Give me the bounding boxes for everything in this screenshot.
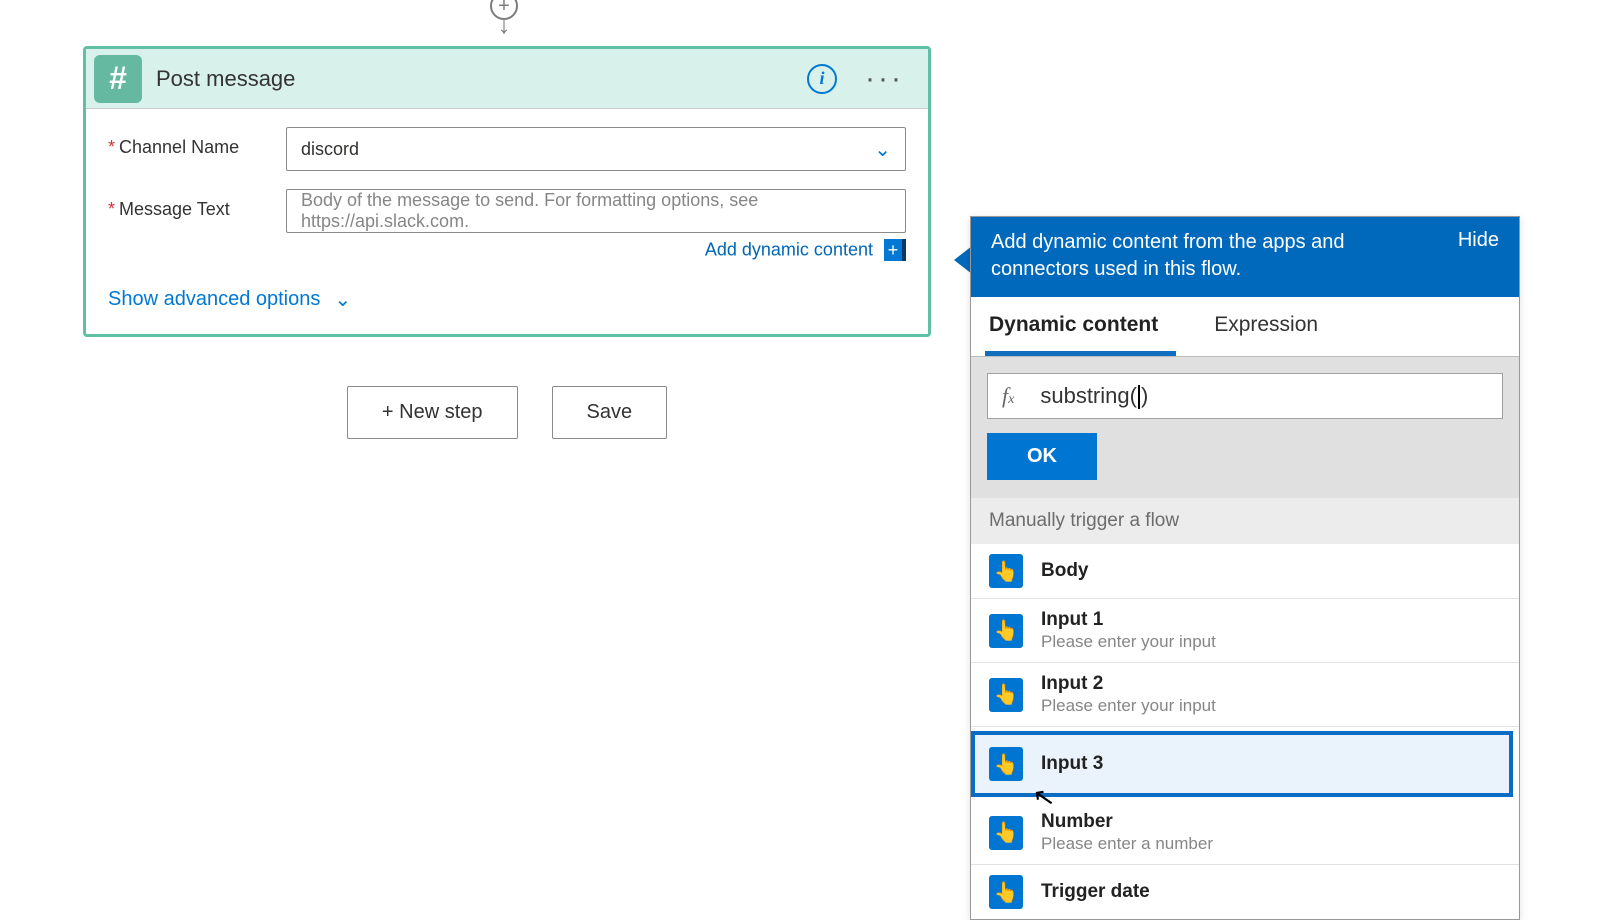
section-manually-trigger: Manually trigger a flow (971, 498, 1519, 544)
item-subtitle: Please enter a number (1041, 834, 1213, 854)
touch-icon: 👆 (989, 554, 1023, 588)
panel-header-text: Add dynamic content from the apps and co… (991, 229, 1458, 283)
item-title: Input 1 (1041, 609, 1216, 631)
fx-icon: fx (1002, 383, 1014, 409)
add-dynamic-content-row: Add dynamic content + (108, 239, 906, 261)
arrow-down-icon: ↓ (498, 17, 511, 33)
message-input[interactable]: Body of the message to send. For formatt… (286, 189, 906, 233)
channel-select-value: discord (301, 139, 359, 160)
more-options-icon[interactable]: ··· (859, 73, 910, 85)
chevron-down-icon: ⌄ (334, 287, 351, 312)
touch-icon: 👆 (989, 747, 1023, 781)
plus-icon[interactable]: + (884, 239, 906, 261)
dynamic-content-panel: Add dynamic content from the apps and co… (970, 216, 1520, 920)
item-subtitle: Please enter your input (1041, 632, 1216, 652)
flow-step-card: # Post message i ··· *Channel Name disco… (83, 46, 931, 337)
new-step-button[interactable]: + New step (347, 386, 518, 439)
field-message-text: *Message Text Body of the message to sen… (108, 189, 906, 233)
item-title: Input 2 (1041, 673, 1216, 695)
panel-tabs: Dynamic content Expression (971, 297, 1519, 357)
dyn-item-input-3[interactable]: 👆 Input 3 (971, 731, 1513, 797)
dyn-item-number[interactable]: 👆 Number Please enter a number (971, 801, 1519, 865)
dyn-item-body[interactable]: 👆 Body (971, 544, 1519, 599)
field-channel-name: *Channel Name discord ⌄ (108, 127, 906, 171)
step-connector: + ↓ (482, 0, 526, 48)
item-title: Number (1041, 811, 1213, 833)
chevron-down-icon: ⌄ (874, 137, 891, 162)
info-icon[interactable]: i (807, 64, 837, 94)
ok-button[interactable]: OK (987, 433, 1097, 480)
dyn-item-input-2[interactable]: 👆 Input 2 Please enter your input (971, 663, 1519, 727)
text-caret (1138, 385, 1140, 409)
required-asterisk: * (108, 137, 115, 157)
touch-icon: 👆 (989, 678, 1023, 712)
card-actions: + New step Save (83, 386, 931, 439)
field-label: *Message Text (108, 189, 286, 220)
channel-select[interactable]: discord ⌄ (286, 127, 906, 171)
expression-input[interactable]: fx substring() (987, 373, 1503, 419)
card-header[interactable]: # Post message i ··· (86, 49, 928, 109)
dyn-item-input-1[interactable]: 👆 Input 1 Please enter your input (971, 599, 1519, 663)
expression-text: substring() (1040, 383, 1148, 409)
touch-icon: 👆 (989, 614, 1023, 648)
card-body: *Channel Name discord ⌄ *Message Text Bo… (86, 109, 928, 334)
slack-hash-icon: # (94, 55, 142, 103)
field-label: *Channel Name (108, 127, 286, 158)
dyn-item-trigger-date[interactable]: 👆 Trigger date (971, 865, 1519, 919)
save-button[interactable]: Save (552, 386, 668, 439)
expression-area: fx substring() OK (971, 357, 1519, 498)
add-dynamic-content-link[interactable]: Add dynamic content (705, 240, 873, 260)
required-asterisk: * (108, 199, 115, 219)
hide-link[interactable]: Hide (1458, 229, 1499, 252)
touch-icon: 👆 (989, 816, 1023, 850)
tab-expression[interactable]: Expression (1210, 297, 1336, 356)
panel-header: Add dynamic content from the apps and co… (971, 217, 1519, 297)
item-subtitle: Please enter your input (1041, 696, 1216, 716)
card-title: Post message (156, 66, 807, 92)
item-title: Body (1041, 560, 1089, 582)
touch-icon: 👆 (989, 875, 1023, 909)
message-placeholder: Body of the message to send. For formatt… (301, 190, 891, 232)
show-advanced-options[interactable]: Show advanced options ⌄ (108, 287, 906, 312)
tab-dynamic-content[interactable]: Dynamic content (985, 297, 1176, 356)
item-title: Input 3 (1041, 753, 1103, 775)
